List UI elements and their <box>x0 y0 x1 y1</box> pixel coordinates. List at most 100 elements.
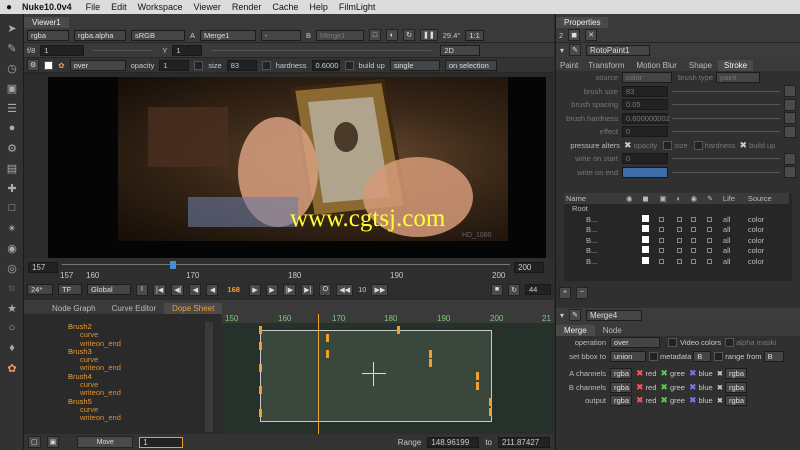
layer-name[interactable]: Root <box>564 204 624 215</box>
settings-icon[interactable]: ⚙ <box>27 59 40 71</box>
gamma-slider[interactable] <box>211 49 432 51</box>
tab-shape[interactable]: Shape <box>683 60 718 71</box>
out-point-button[interactable]: O <box>319 283 332 296</box>
alpha-channel-select[interactable]: rgba <box>724 368 747 380</box>
gear-icon[interactable]: ⚙ <box>0 138 24 158</box>
colorspace-select[interactable]: sRGB <box>131 29 185 41</box>
gain-slider[interactable] <box>93 49 154 51</box>
last-frame-icon[interactable]: ▶| <box>301 283 315 296</box>
range-to-field[interactable]: 211.87427 <box>498 436 550 448</box>
stop-icon[interactable]: ■ <box>491 283 503 296</box>
tree-item[interactable]: writeon_end <box>24 339 214 348</box>
write-start-slider[interactable] <box>672 158 780 160</box>
keyframe[interactable] <box>489 398 492 406</box>
tab-viewer1[interactable]: Viewer1 <box>24 17 69 28</box>
tab-stroke[interactable]: Stroke <box>718 60 754 71</box>
view-mode-select[interactable]: 2D <box>440 44 481 56</box>
circle-icon[interactable]: ● <box>0 118 24 138</box>
global-select[interactable]: Global <box>87 284 131 295</box>
tree-item[interactable]: Brush2 <box>24 322 214 331</box>
curve-icon[interactable] <box>784 112 796 125</box>
move-field[interactable]: 1 <box>139 436 184 448</box>
red-check-icon[interactable]: ✖ <box>636 382 644 393</box>
menu-file[interactable]: File <box>86 2 101 12</box>
menu-workspace[interactable]: Workspace <box>138 2 183 12</box>
range-select[interactable]: B <box>763 350 784 362</box>
menu-help[interactable]: Help <box>309 2 328 12</box>
end-frame-field[interactable]: 44 <box>525 284 551 295</box>
merge-name[interactable]: Merge4 <box>586 309 643 321</box>
a-input-select[interactable]: Merge1 <box>200 29 257 41</box>
brush-hardness-slider[interactable] <box>672 117 780 119</box>
fps-select[interactable]: 24* <box>27 284 53 295</box>
keyframe[interactable] <box>259 409 262 417</box>
layer-row[interactable]: B... all color <box>564 256 789 267</box>
size-field[interactable]: 83 <box>226 59 257 71</box>
other-icon[interactable]: ○ <box>0 318 24 338</box>
alpha-masking-checkbox[interactable] <box>725 338 735 348</box>
tab-transform[interactable]: Transform <box>582 60 630 71</box>
clock-icon[interactable]: ◷ <box>0 58 24 78</box>
current-time-line[interactable] <box>318 314 319 434</box>
rotopaint-name[interactable]: RotoPaint1 <box>586 44 651 56</box>
write-start-field[interactable]: 0 <box>622 153 668 165</box>
tree-item[interactable]: writeon_end <box>24 413 214 422</box>
in-point-button[interactable]: I <box>136 283 148 296</box>
red-check-icon[interactable]: ✖ <box>636 395 644 406</box>
collapse-icon[interactable]: ▾ <box>560 46 564 55</box>
menu-edit[interactable]: Edit <box>111 2 127 12</box>
compare-mode-select[interactable]: - <box>261 29 302 41</box>
tf-select[interactable]: TF <box>58 284 82 295</box>
curve-icon[interactable] <box>784 98 796 111</box>
color-swatch[interactable] <box>44 60 54 70</box>
play-back-icon[interactable]: ◀ <box>206 283 219 296</box>
menu-cache[interactable]: Cache <box>272 2 298 12</box>
hardness-field[interactable]: 0.6000 <box>311 59 340 71</box>
tab-paint[interactable]: Paint <box>556 60 582 71</box>
metadata-icon[interactable]: ◾ <box>0 278 24 298</box>
node-count[interactable]: 2 <box>559 31 563 40</box>
first-frame-icon[interactable]: |◀ <box>153 283 167 296</box>
hardness-checkbox[interactable] <box>261 60 271 70</box>
brush-spacing-field[interactable]: 0.05 <box>622 99 668 111</box>
size-pressure-checkbox[interactable] <box>663 140 673 150</box>
layer-row[interactable]: B... all color <box>564 225 789 236</box>
particles-icon[interactable]: ✴ <box>0 218 24 238</box>
output-select[interactable]: rgba <box>610 395 632 407</box>
red-check-icon[interactable]: ✖ <box>636 368 644 379</box>
metadata-select[interactable]: B <box>693 350 712 362</box>
clear-icon[interactable]: ✕ <box>585 29 598 41</box>
range-checkbox[interactable] <box>714 351 724 361</box>
merge-header[interactable]: ▾ ✎ Merge4 <box>556 308 800 322</box>
keyframe[interactable] <box>489 408 492 416</box>
pointer-icon[interactable]: ➤ <box>0 18 24 38</box>
alpha-check-icon[interactable]: ✖ <box>717 383 723 392</box>
keyframe[interactable] <box>259 342 262 350</box>
deep-icon[interactable]: ◉ <box>0 238 24 258</box>
cube-icon[interactable]: □ <box>0 198 24 218</box>
add-layer-button[interactable]: + <box>559 286 571 299</box>
step-forward-icon[interactable]: ▶ <box>265 283 278 296</box>
skip-back-icon[interactable]: ◀◀ <box>336 283 354 296</box>
film-icon[interactable]: ▣ <box>0 78 24 98</box>
curve-icon[interactable] <box>784 85 796 98</box>
remove-layer-button[interactable]: − <box>576 286 588 299</box>
keyframe[interactable] <box>429 350 432 358</box>
timeline-start-field[interactable]: 157 <box>28 262 58 273</box>
views-icon[interactable]: ◎ <box>0 258 24 278</box>
tab-properties[interactable]: Properties <box>556 17 609 28</box>
keyframe[interactable] <box>259 386 262 394</box>
tree-item[interactable]: Brush3 <box>24 347 214 356</box>
roi-icon[interactable]: □ <box>369 29 382 41</box>
move-button[interactable]: Move <box>77 436 134 448</box>
on-selection-select[interactable]: on selection <box>444 59 497 71</box>
gamma-field[interactable]: 1 <box>172 44 203 56</box>
brush-size-field[interactable]: 83 <box>622 85 668 97</box>
alpha-channel-select[interactable]: rgba <box>724 381 747 393</box>
opacity-field[interactable]: 1 <box>159 59 190 71</box>
keyframe[interactable] <box>259 364 262 372</box>
lock-icon[interactable]: ◼ <box>568 29 581 41</box>
prev-key-icon[interactable]: ◀| <box>171 283 185 296</box>
size-checkbox[interactable] <box>194 60 204 70</box>
buildup-check-icon[interactable]: ✖ <box>740 140 748 151</box>
